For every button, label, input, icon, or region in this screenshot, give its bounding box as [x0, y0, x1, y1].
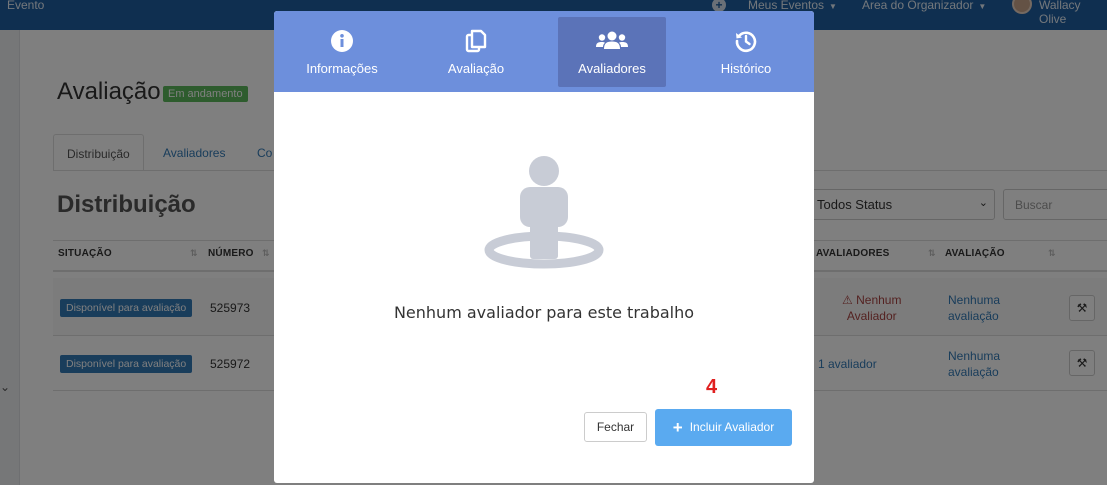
modal-tab-label: Histórico	[720, 61, 772, 76]
modal-tab-informacoes[interactable]: Informações	[288, 17, 396, 87]
person-standing-icon	[484, 156, 604, 269]
modal-tab-label: Avaliadores	[578, 61, 646, 76]
empty-state-message: Nenhum avaliador para este trabalho	[393, 303, 695, 322]
close-button[interactable]: Fechar	[584, 412, 647, 442]
modal-tab-historico[interactable]: Histórico	[692, 17, 800, 87]
modal-tab-avaliadores[interactable]: Avaliadores	[558, 17, 666, 87]
copy-document-icon	[465, 29, 487, 53]
add-evaluator-button[interactable]: + Incluir Avaliador	[655, 409, 792, 446]
plus-icon: +	[672, 418, 683, 437]
modal-tab-bar: Informações Avaliação Avaliadores Histór…	[274, 11, 814, 92]
history-icon	[735, 31, 757, 53]
modal-tab-label: Avaliação	[447, 61, 505, 76]
add-evaluator-label: Incluir Avaliador	[689, 420, 775, 434]
users-icon	[596, 31, 628, 49]
evaluators-modal: Informações Avaliação Avaliadores Histór…	[274, 11, 814, 483]
step-marker: 4	[706, 376, 718, 398]
modal-tab-label: Informações	[306, 61, 378, 76]
modal-tab-avaliacao[interactable]: Avaliação	[422, 17, 530, 87]
info-circle-icon	[331, 30, 353, 52]
